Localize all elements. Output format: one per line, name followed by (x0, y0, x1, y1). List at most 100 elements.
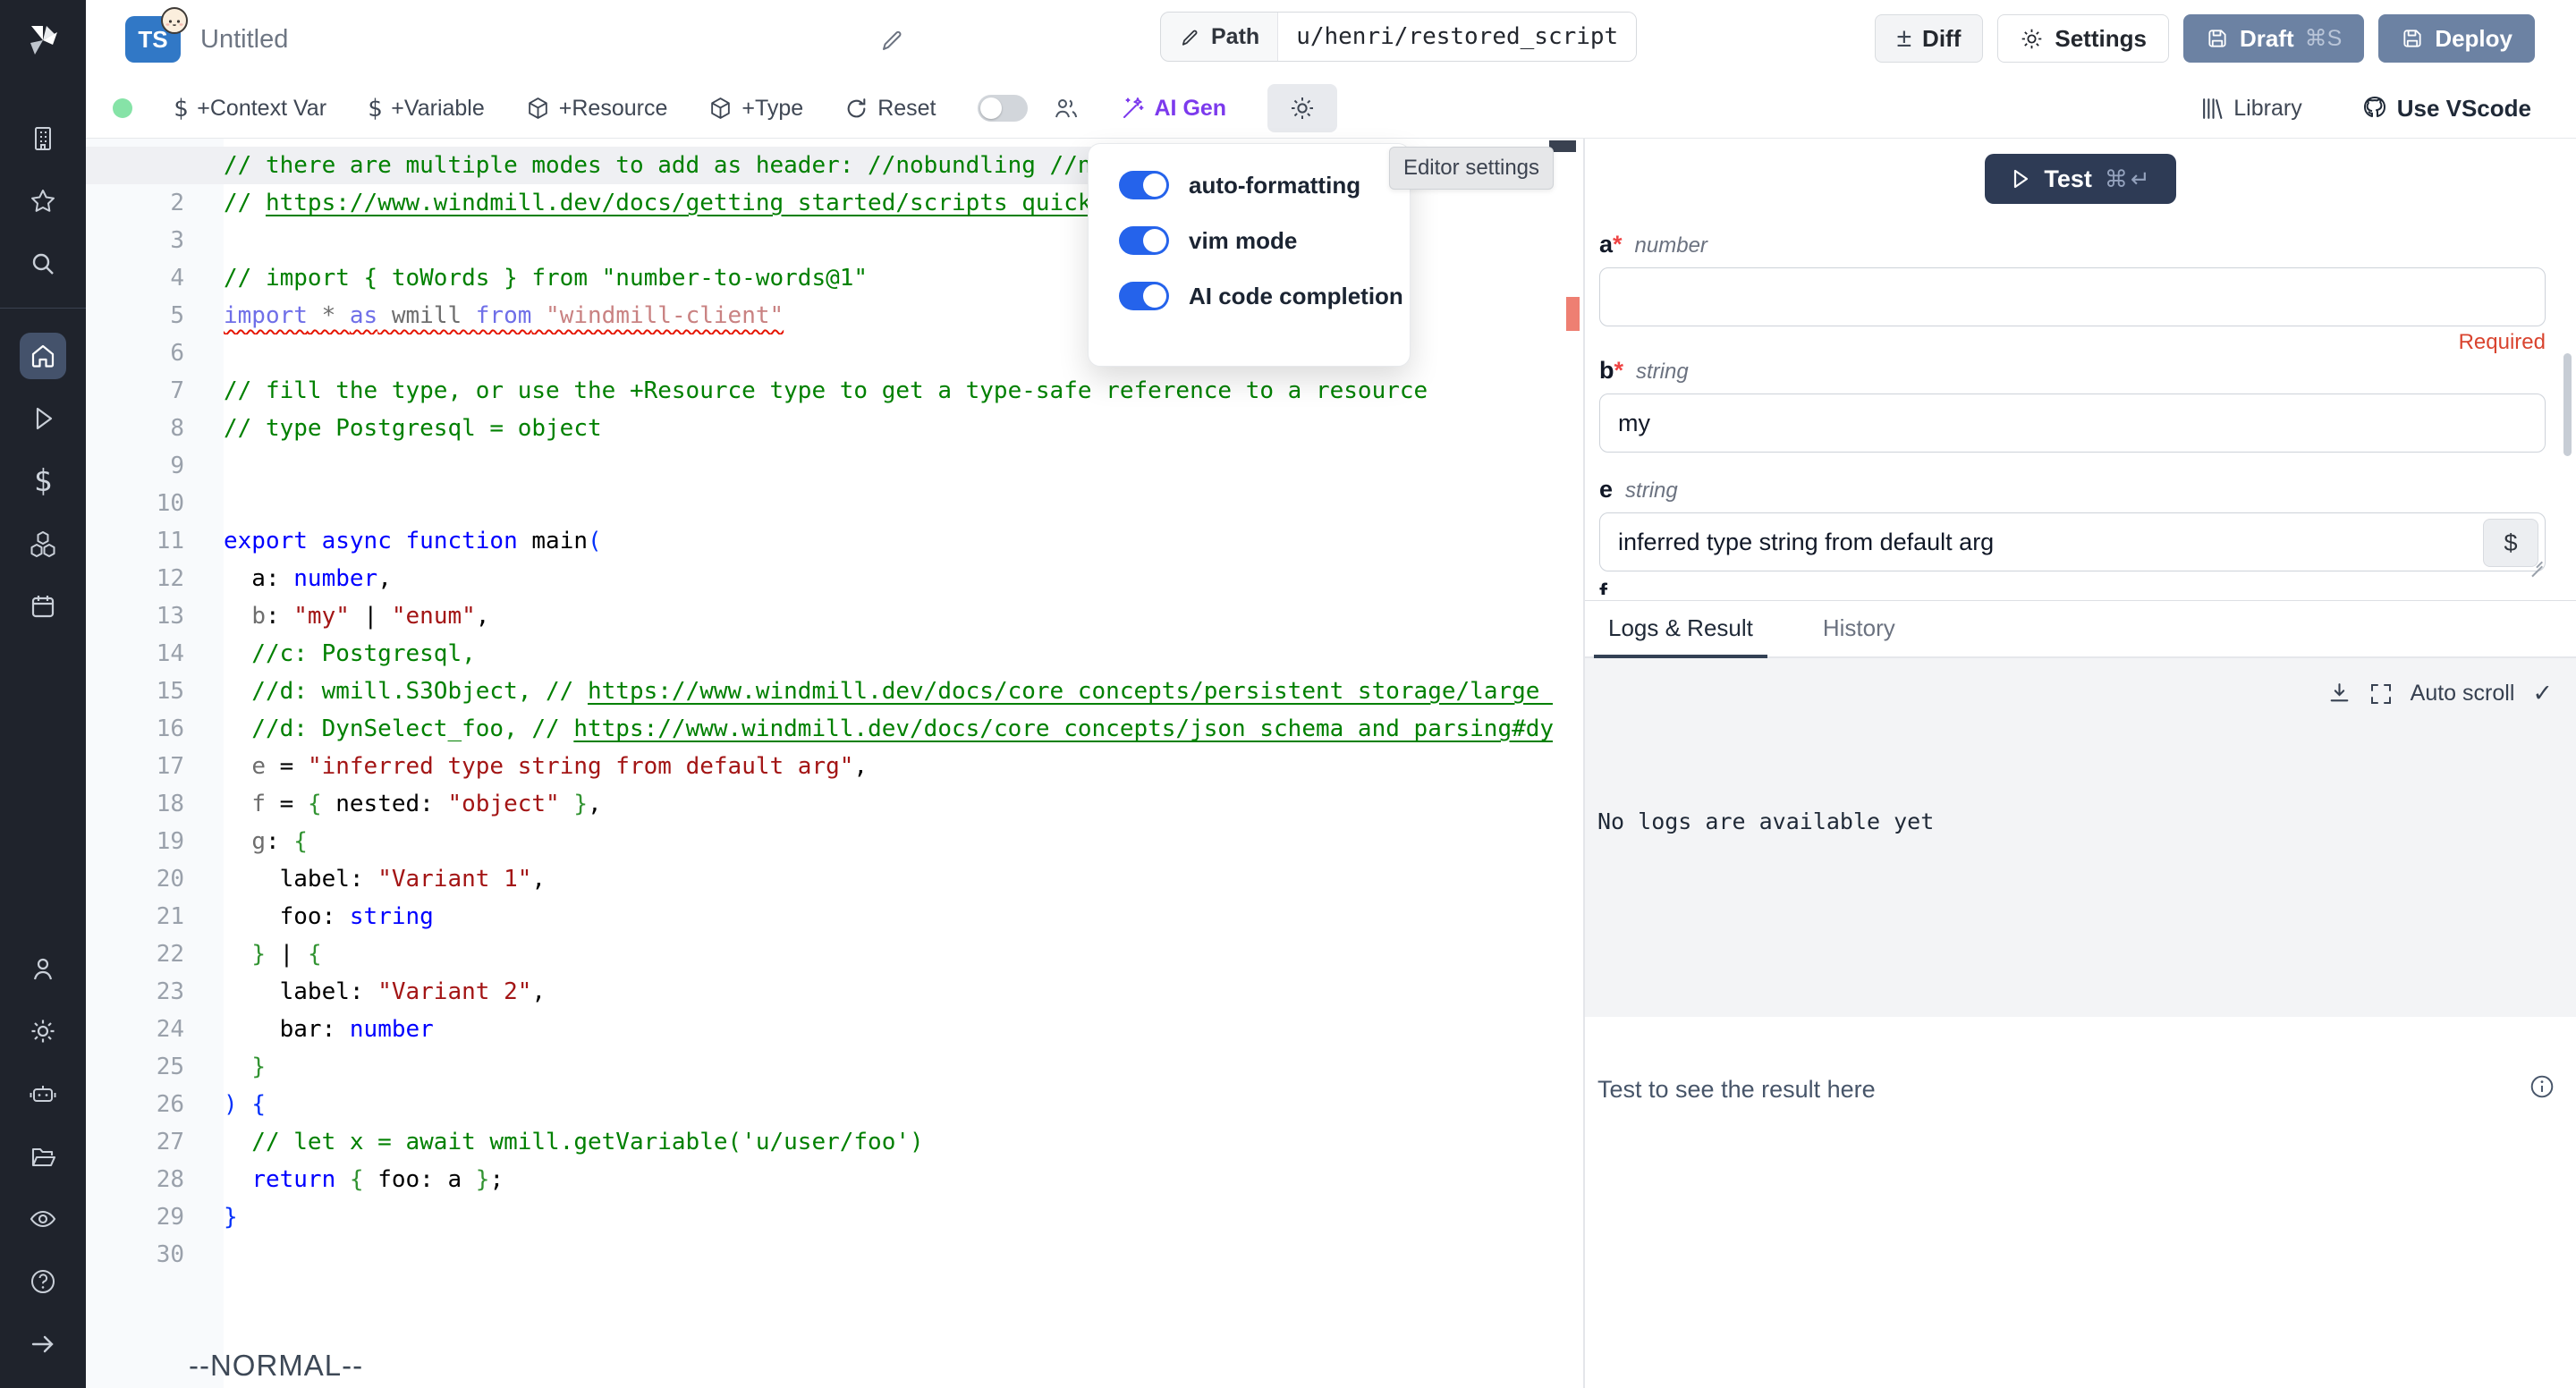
edit-path-pencil-icon (1179, 26, 1200, 47)
sidebar: $ (0, 0, 86, 1388)
code-line[interactable]: } (86, 1198, 1553, 1236)
field-a-input[interactable] (1599, 267, 2546, 326)
code-line[interactable]: e = "inferred type string from default a… (86, 748, 1553, 785)
wand-icon (1121, 96, 1146, 121)
code-line[interactable] (86, 1236, 1553, 1274)
deploy-button[interactable]: Deploy (2378, 14, 2535, 63)
logs-body: Auto scroll ✓ No logs are available yet (1585, 658, 2576, 1017)
sidebar-item-resources[interactable] (20, 520, 66, 567)
sidebar-item-help[interactable] (20, 1258, 66, 1305)
add-context-var-button[interactable]: $ +Context Var (174, 95, 326, 123)
code-line[interactable]: b: "my" | "enum", (86, 597, 1553, 635)
menu-item-vim-mode[interactable]: vim mode (1119, 226, 1410, 255)
draft-shortcut: ⌘S (2305, 25, 2343, 52)
ai-code-completion-toggle[interactable] (1119, 282, 1169, 310)
reset-button[interactable]: Reset (844, 96, 936, 122)
editor-settings-button[interactable] (1267, 84, 1337, 132)
code-line[interactable]: } | { (86, 935, 1553, 973)
code-line[interactable]: f = { nested: "object" }, (86, 785, 1553, 823)
sidebar-item-watch[interactable] (20, 1196, 66, 1242)
field-b-input[interactable] (1599, 394, 2546, 453)
add-variable-button[interactable]: $ +Variable (368, 95, 485, 123)
auto-formatting-toggle[interactable] (1119, 171, 1169, 199)
code-line[interactable]: foo: string (86, 898, 1553, 935)
vim-status: --NORMAL-- (189, 1349, 363, 1383)
field-b-name: b (1599, 357, 1614, 384)
github-icon (2361, 95, 2388, 122)
editor-settings-tooltip: Editor settings (1389, 147, 1554, 190)
code-line[interactable] (86, 485, 1553, 522)
sidebar-item-ai[interactable] (20, 1071, 66, 1117)
code-line[interactable]: label: "Variant 1", (86, 860, 1553, 898)
sidebar-item-runs[interactable] (20, 395, 66, 442)
add-type-button[interactable]: +Type (708, 96, 803, 122)
diff-button[interactable]: ± Diff (1875, 14, 1984, 63)
code-line[interactable] (86, 447, 1553, 485)
test-button[interactable]: Test ⌘↵ (1985, 154, 2176, 204)
code-line[interactable]: export async function main( (86, 522, 1553, 560)
sidebar-item-folders[interactable] (20, 1133, 66, 1180)
test-shortcut: ⌘↵ (2105, 165, 2153, 193)
field-e-input[interactable] (1599, 512, 2546, 571)
tab-logs-result[interactable]: Logs & Result (1594, 614, 1767, 656)
form-scrollbar[interactable] (2563, 353, 2572, 456)
download-icon[interactable] (2327, 681, 2351, 706)
code-line[interactable]: // fill the type, or use the +Resource t… (86, 372, 1553, 410)
search-icon (30, 250, 56, 277)
use-vscode-button[interactable]: Use VScode (2361, 95, 2531, 123)
dollar-icon: $ (34, 463, 52, 499)
multiplayer-toggle[interactable] (978, 95, 1028, 122)
sidebar-item-account[interactable] (20, 945, 66, 992)
vim-mode-toggle[interactable] (1119, 226, 1169, 255)
no-logs-message: No logs are available yet (1597, 808, 1934, 834)
code-line[interactable]: g: { (86, 823, 1553, 860)
status-dot-icon (113, 98, 132, 118)
sidebar-item-schedules[interactable] (20, 583, 66, 630)
package-icon (708, 97, 733, 121)
bot-icon (29, 1079, 57, 1108)
code-line[interactable]: ) { (86, 1086, 1553, 1123)
code-line[interactable]: label: "Variant 2", (86, 973, 1553, 1011)
auto-scroll-label: Auto scroll (2411, 681, 2515, 707)
field-a-error: Required (1599, 330, 2546, 357)
sidebar-item-workspace[interactable] (20, 115, 66, 162)
field-a-name: a (1599, 231, 1613, 258)
expand-icon[interactable] (2369, 682, 2393, 706)
code-line[interactable]: //c: Postgresql, (86, 635, 1553, 673)
sidebar-item-variables[interactable]: $ (20, 458, 66, 504)
code-line[interactable]: //d: DynSelect_foo, // https://www.windm… (86, 710, 1553, 748)
code-line[interactable]: } (86, 1048, 1553, 1086)
code-line[interactable]: a: number, (86, 560, 1553, 597)
code-line[interactable]: bar: number (86, 1011, 1553, 1048)
editor-settings-menu: auto-formatting vim mode AI code complet… (1088, 143, 1411, 367)
logs-section: Logs & Result History Auto scroll ✓ No l… (1585, 600, 2576, 1388)
sidebar-item-search[interactable] (20, 241, 66, 287)
gear-icon (30, 1018, 56, 1045)
edit-title-pencil-icon[interactable] (878, 26, 905, 53)
menu-item-ai-code-completion[interactable]: AI code completion (1119, 282, 1410, 310)
sidebar-item-home[interactable] (20, 333, 66, 379)
sidebar-item-favorites[interactable] (20, 178, 66, 224)
multiplayer-users-icon[interactable] (1053, 95, 1080, 122)
code-line[interactable]: return { foo: a }; (86, 1161, 1553, 1198)
tab-history[interactable]: History (1809, 614, 1910, 656)
code-line[interactable]: // let x = await wmill.getVariable('u/us… (86, 1123, 1553, 1161)
draft-button[interactable]: Draft ⌘S (2183, 14, 2364, 63)
library-button[interactable]: Library (2200, 96, 2301, 122)
add-resource-button[interactable]: +Resource (526, 96, 668, 122)
resize-handle[interactable] (2530, 554, 2543, 567)
sidebar-item-expand[interactable] (20, 1321, 66, 1367)
check-icon[interactable]: ✓ (2532, 680, 2553, 707)
menu-item-auto-formatting[interactable]: auto-formatting (1119, 171, 1410, 199)
info-icon[interactable] (2529, 1074, 2555, 1099)
settings-button[interactable]: Settings (1997, 14, 2169, 63)
ai-gen-button[interactable]: AI Gen (1121, 96, 1227, 122)
field-e-type: string (1625, 478, 1678, 504)
sidebar-item-settings[interactable] (20, 1008, 66, 1054)
windmill-logo-icon[interactable] (22, 20, 64, 61)
calendar-icon (30, 593, 56, 620)
field-f-name: f (1599, 579, 1607, 595)
code-line[interactable]: // type Postgresql = object (86, 410, 1553, 447)
code-line[interactable]: //d: wmill.S3Object, // https://www.wind… (86, 673, 1553, 710)
path-button[interactable]: Path u/henri/restored_script (1160, 12, 1637, 62)
